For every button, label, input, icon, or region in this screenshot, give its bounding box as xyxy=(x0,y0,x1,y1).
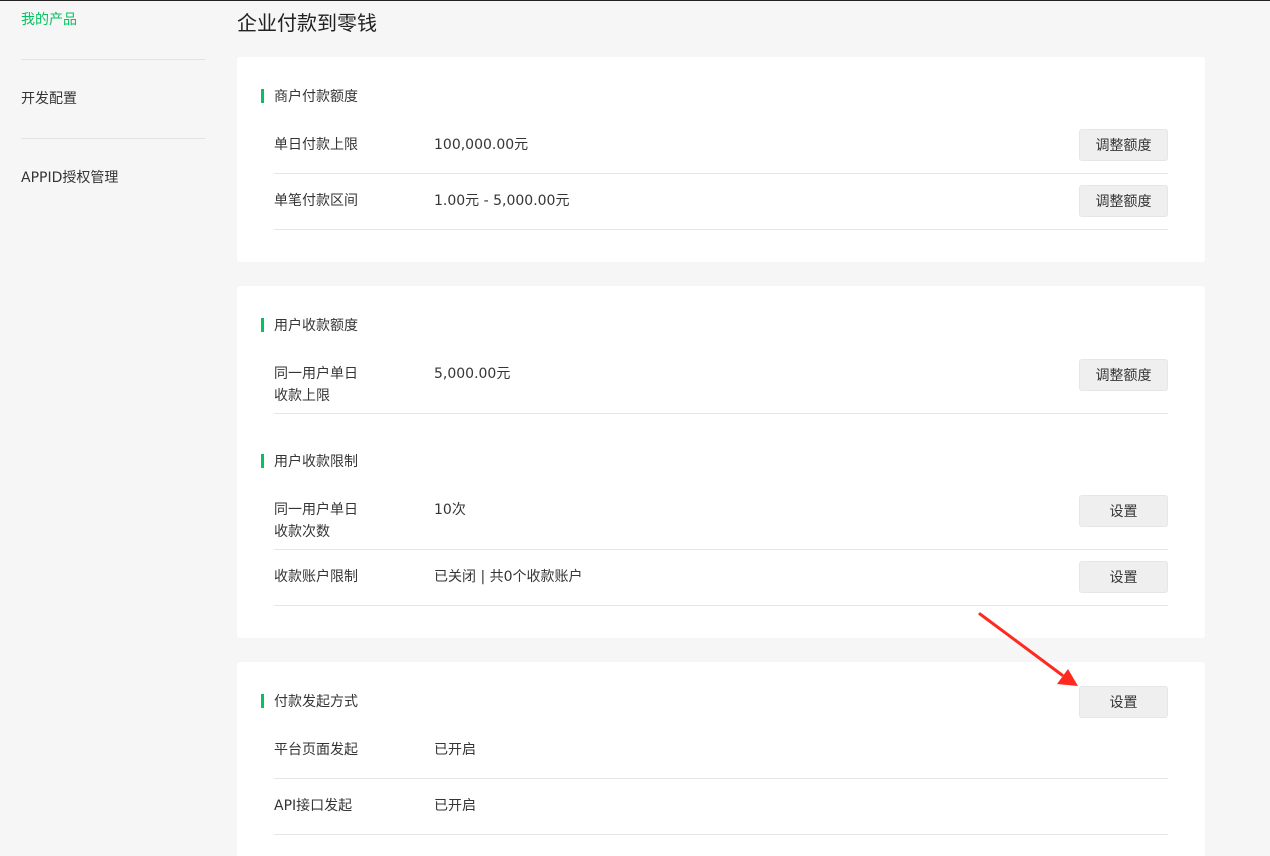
merchant-limit-card: 商户付款额度 单日付款上限 100,000.00元 调整额度 单笔付款区间 1.… xyxy=(237,57,1205,262)
settings-button[interactable]: 设置 xyxy=(1079,495,1168,527)
section-title: 用户收款额度 xyxy=(274,318,358,334)
row-value: 100,000.00元 xyxy=(434,137,529,153)
section-title: 商户付款额度 xyxy=(274,89,358,105)
row-value: 10次 xyxy=(434,502,466,518)
user-daily-limit-row: 同一用户单日收款上限 5,000.00元 调整额度 xyxy=(274,346,1168,414)
section-title: 付款发起方式 xyxy=(274,694,358,710)
section-accent-bar xyxy=(261,318,264,332)
settings-button[interactable]: 设置 xyxy=(1079,561,1168,593)
row-value: 已开启 xyxy=(434,742,476,758)
limit-row-daily: 单日付款上限 100,000.00元 调整额度 xyxy=(274,117,1168,174)
adjust-limit-button[interactable]: 调整额度 xyxy=(1079,359,1168,391)
row-label: 平台页面发起 xyxy=(274,742,358,758)
section-header: 用户收款限制 xyxy=(261,453,358,470)
row-value: 已关闭 | 共0个收款账户 xyxy=(434,569,583,585)
section-accent-bar xyxy=(261,694,264,708)
adjust-limit-button[interactable]: 调整额度 xyxy=(1079,129,1168,161)
adjust-limit-button[interactable]: 调整额度 xyxy=(1079,185,1168,217)
sidebar-divider xyxy=(21,59,205,60)
sidebar-divider xyxy=(21,138,205,139)
top-border xyxy=(0,0,1270,1)
api-row: API接口发起 已开启 xyxy=(274,779,1168,835)
section-header: 用户收款额度 xyxy=(261,317,358,334)
page-title: 企业付款到零钱 xyxy=(237,11,377,35)
account-restrict-row: 收款账户限制 已关闭 | 共0个收款账户 设置 xyxy=(274,550,1168,606)
row-value: 已开启 xyxy=(434,798,476,814)
sidebar-item-my-products[interactable]: 我的产品 xyxy=(21,10,77,30)
row-label: 同一用户单日收款上限 xyxy=(274,366,358,404)
row-label: API接口发起 xyxy=(274,798,353,814)
pay-method-card: 付款发起方式 设置 平台页面发起 已开启 API接口发起 已开启 xyxy=(237,662,1205,856)
user-daily-count-row: 同一用户单日收款次数 10次 设置 xyxy=(274,482,1168,550)
sidebar-item-dev-config[interactable]: 开发配置 xyxy=(21,89,77,109)
row-label: 收款账户限制 xyxy=(274,569,358,585)
section-header: 付款发起方式 xyxy=(261,693,358,710)
section-header: 商户付款额度 xyxy=(261,88,358,105)
platform-page-row: 平台页面发起 已开启 xyxy=(274,722,1168,779)
row-label: 同一用户单日收款次数 xyxy=(274,502,358,540)
section-accent-bar xyxy=(261,454,264,468)
limit-row-single: 单笔付款区间 1.00元 - 5,000.00元 调整额度 xyxy=(274,174,1168,230)
sidebar-item-appid-auth[interactable]: APPID授权管理 xyxy=(21,168,118,188)
user-limit-card: 用户收款额度 同一用户单日收款上限 5,000.00元 调整额度 用户收款限制 … xyxy=(237,286,1205,638)
row-value: 5,000.00元 xyxy=(434,366,511,382)
row-value: 1.00元 - 5,000.00元 xyxy=(434,193,570,209)
row-label: 单笔付款区间 xyxy=(274,193,358,209)
section-title: 用户收款限制 xyxy=(274,454,358,470)
pay-method-settings-button[interactable]: 设置 xyxy=(1079,686,1168,718)
section-accent-bar xyxy=(261,89,264,103)
row-label: 单日付款上限 xyxy=(274,137,358,153)
